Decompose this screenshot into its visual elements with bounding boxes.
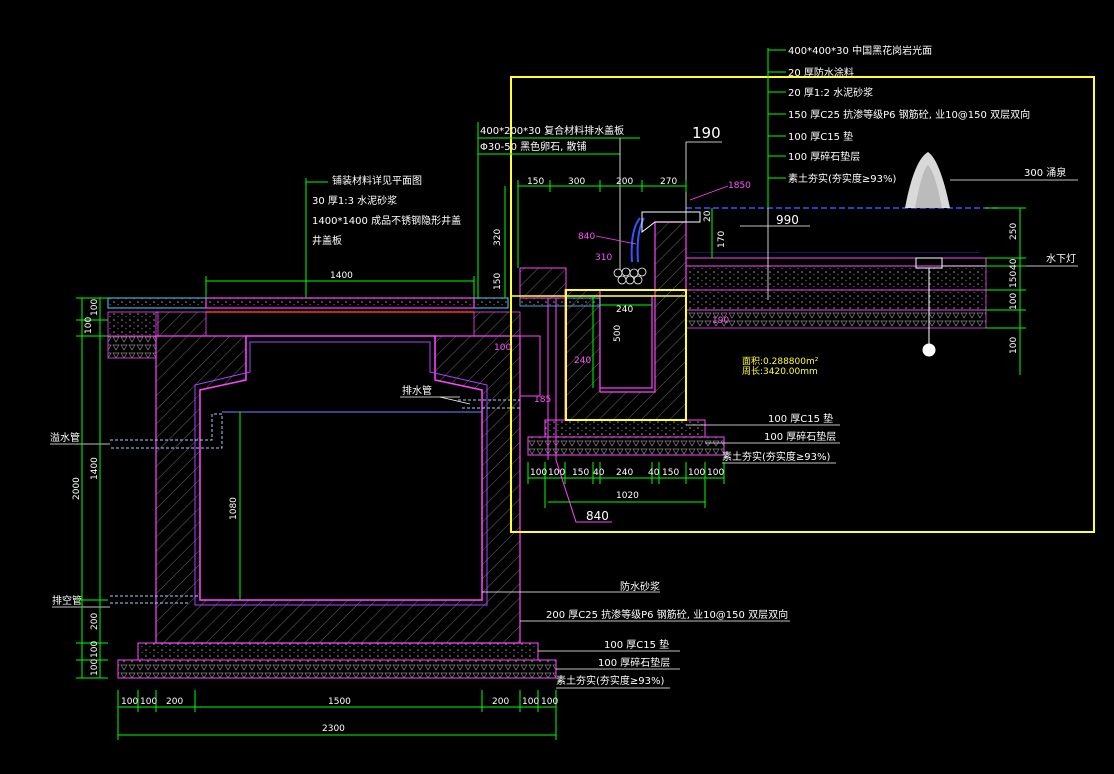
left-pit-structure xyxy=(107,297,557,679)
soil-layer xyxy=(117,659,557,679)
label-c15: 100 厚C15 垫 xyxy=(604,638,669,651)
right-bottom-dim-4: 40 xyxy=(593,468,605,478)
bottom-dim-1: 100 xyxy=(121,697,138,707)
label-waterproof: 防水砂浆 xyxy=(620,580,660,593)
right-bottom-dim-7: 150 xyxy=(662,468,679,478)
right-bottom-dim-1: 100 xyxy=(530,468,547,478)
dim-inner-height: 1080 xyxy=(229,497,239,520)
left-dim-7: 100 xyxy=(90,659,100,676)
label-840-small: 840 xyxy=(578,232,595,242)
dim-1020: 1020 xyxy=(616,491,639,501)
bottom-dim-5: 200 xyxy=(492,697,509,707)
callout-paving-1: 铺装材料详见平面图 xyxy=(332,174,422,187)
right-bottom-dim-2: 100 xyxy=(548,468,565,478)
dim-240: 240 xyxy=(616,305,633,315)
label-310: 310 xyxy=(595,253,612,263)
right-label-gravel: 100 厚碎石垫层 xyxy=(764,430,836,443)
dim-500: 500 xyxy=(613,325,623,342)
cad-drawing: 铺装材料详见平面图 30 厚1:3 水泥砂浆 1400*1400 成品不锈钢隐形… xyxy=(50,44,1095,740)
pebbles xyxy=(613,267,647,285)
bottom-dim-6: 100 xyxy=(522,697,539,707)
right-dim-2: 40 xyxy=(1009,258,1019,270)
label-light: 水下灯 xyxy=(1046,253,1076,265)
right-dim-5: 100 xyxy=(1009,337,1019,354)
label-drain-pipe: 排水管 xyxy=(402,384,432,397)
right-bottom-dim-6: 40 xyxy=(648,468,660,478)
dim-240b: 240 xyxy=(574,356,591,366)
dim-150: 150 xyxy=(493,273,503,290)
label-overflow-pipe: 溢水管 xyxy=(50,431,80,444)
label-spring: 300 涌泉 xyxy=(1024,166,1066,179)
right-top-dim-4: 270 xyxy=(660,177,677,187)
label-wall: 200 厚C25 抗渗等级P6 钢筋砼, 业10@150 双层双向 xyxy=(546,608,788,621)
label-990: 990 xyxy=(776,213,799,227)
left-dim-5: 200 xyxy=(90,613,100,630)
callout-top-5: 100 厚C15 垫 xyxy=(788,130,853,143)
callout-top-3: 20 厚1:2 水泥砂浆 xyxy=(788,86,873,99)
callout-paving-2: 30 厚1:3 水泥砂浆 xyxy=(312,194,397,207)
right-dim-4: 100 xyxy=(1009,293,1019,310)
perim-text: 周长:3420.00mm xyxy=(742,365,818,377)
right-bottom-dim-3: 150 xyxy=(572,468,589,478)
dim-190b: 190 xyxy=(712,316,729,326)
label-gravel: 100 厚碎石垫层 xyxy=(598,656,670,669)
spring-fountain xyxy=(905,152,950,208)
right-top-dim-1: 150 xyxy=(527,177,544,187)
right-dim-3: 150 xyxy=(1009,271,1019,288)
label-190: 190 xyxy=(692,124,721,142)
right-bottom-dim-8: 100 xyxy=(688,468,705,478)
right-dim-1: 250 xyxy=(1009,223,1019,240)
right-label-c15: 100 厚C15 垫 xyxy=(768,412,833,425)
right-label-soil: 素土夯实(夯实度≥93%) xyxy=(722,450,831,463)
left-dim-4: 2000 xyxy=(72,477,82,500)
left-dim-2: 100 xyxy=(84,317,94,334)
right-bottom-dim-9: 100 xyxy=(707,468,724,478)
dim-320: 320 xyxy=(493,229,503,246)
dim-20: 20 xyxy=(703,210,713,222)
left-dim-6: 100 xyxy=(90,641,100,658)
right-detail xyxy=(519,152,1000,456)
gravel-layer xyxy=(137,642,539,661)
dim-top-1400: 1400 xyxy=(330,271,353,281)
label-1850: 1850 xyxy=(728,181,751,191)
callout-cover-2: Φ30-50 黑色卵石, 散铺 xyxy=(480,140,586,153)
label-soil: 素土夯实(夯实度≥93%) xyxy=(556,674,665,687)
right-top-dim-2: 300 xyxy=(568,177,585,187)
callout-paving-4: 井盖板 xyxy=(312,234,342,247)
bottom-dim-4: 1500 xyxy=(328,697,351,707)
left-bottom-dimensions: 100 100 200 1500 200 100 100 2300 xyxy=(117,690,558,740)
left-dim-3: 1400 xyxy=(90,457,100,480)
dim-total: 2300 xyxy=(322,724,345,734)
bottom-dim-7: 100 xyxy=(541,697,558,707)
callout-top-7: 素土夯实(夯实度≥93%) xyxy=(788,172,897,185)
bottom-dim-2: 100 xyxy=(140,697,157,707)
paving-surface xyxy=(107,297,509,309)
left-dimensions: 100 100 1400 2000 200 100 100 xyxy=(72,297,108,679)
callout-top-4: 150 厚C25 抗渗等级P6 钢筋砼, 业10@150 双层双向 xyxy=(788,108,1030,121)
dim-100: 100 xyxy=(494,343,511,353)
callout-cover-1: 400*200*30 复合材料排水盖板 xyxy=(480,124,624,137)
callout-top-6: 100 厚碎石垫层 xyxy=(788,150,860,163)
right-bottom-dim-5: 240 xyxy=(616,468,633,478)
area-text: 面积:0.288800m² xyxy=(742,355,819,367)
bottom-dim-3: 200 xyxy=(166,697,183,707)
callout-top-2: 20 厚防水涂料 xyxy=(788,66,854,79)
callout-paving-3: 1400*1400 成品不锈钢隐形井盖 xyxy=(312,214,461,227)
label-840-box: 840 xyxy=(586,509,609,523)
right-top-dim-3: 200 xyxy=(616,177,633,187)
dim-170: 170 xyxy=(717,231,727,248)
callout-top-1: 400*400*30 中国黑花岗岩光面 xyxy=(788,44,932,57)
left-dim-1: 100 xyxy=(90,299,100,316)
